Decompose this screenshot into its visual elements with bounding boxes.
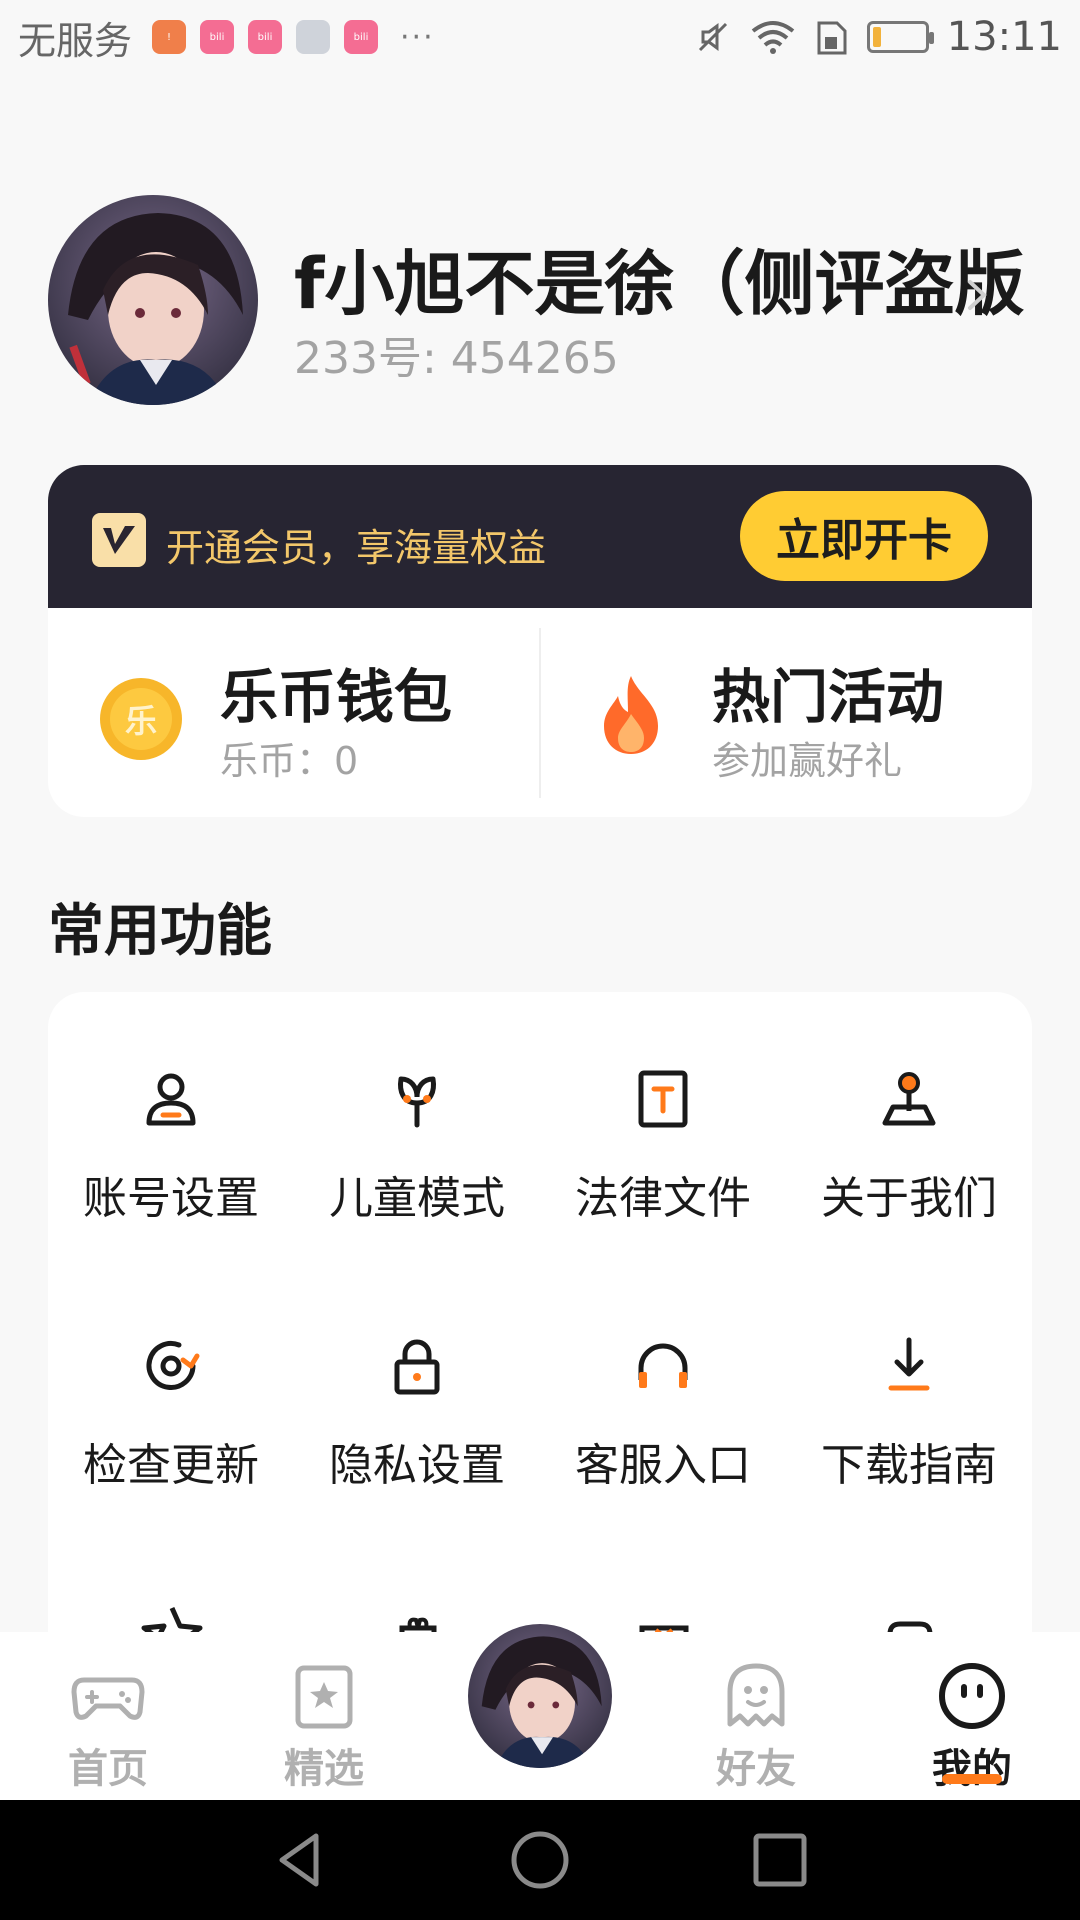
nav-featured[interactable]: 精选 [254, 1658, 394, 1792]
grid-label: 儿童模式 [329, 1173, 505, 1224]
bilibili-icon: bili [248, 20, 283, 54]
kids-mode-item[interactable]: 儿童模式 [294, 1067, 540, 1267]
joystick-icon [882, 1072, 936, 1126]
grid-label: 隐私设置 [329, 1440, 505, 1491]
profile-avatar[interactable] [48, 195, 258, 405]
carrier-text: 无服务 [18, 18, 133, 63]
more-notifications-icon: ··· [400, 19, 435, 55]
status-right: 13:11 [695, 14, 1062, 60]
profile-id: 233号: 454265 [294, 333, 619, 384]
wifi-icon [751, 21, 794, 54]
mute-icon [698, 22, 727, 52]
section-title: 常用功能 [48, 899, 272, 964]
clock: 13:11 [946, 14, 1062, 60]
activity-entry[interactable]: 热门活动 参加赢好礼 [540, 608, 1032, 817]
gamepad-icon [71, 1677, 145, 1720]
ghost-icon [727, 1663, 785, 1727]
lock-icon [394, 1339, 440, 1395]
account-settings-item[interactable]: 账号设置 [48, 1067, 294, 1267]
wallet-title: 乐币钱包 [220, 663, 453, 731]
sprout-icon [398, 1076, 436, 1128]
coin-glyph: 乐 [110, 688, 172, 750]
home-circle-icon[interactable] [508, 1828, 572, 1892]
nav-label: 我的 [932, 1746, 1012, 1792]
open-vip-button[interactable]: 立即开卡 [740, 491, 988, 581]
nav-label: 首页 [68, 1746, 148, 1792]
nav-label: 好友 [716, 1746, 796, 1792]
wallet-balance: 乐币：0 [220, 739, 359, 783]
nav-label: 精选 [284, 1746, 364, 1792]
nav-mine[interactable]: 我的 [902, 1658, 1042, 1792]
vip-wallet-card: 开通会员，享海量权益 立即开卡 乐 乐币钱包 乐币：0 热门活动 参加赢好礼 [48, 465, 1032, 817]
customer-service-item[interactable]: 客服入口 [540, 1334, 786, 1534]
anime-avatar-image [468, 1624, 612, 1768]
sim-icon [817, 21, 847, 55]
status-bar: 无服务 ! bili bili bili ··· 13:11 [0, 0, 1080, 74]
document-icon [638, 1070, 688, 1128]
download-guide-item[interactable]: 下载指南 [786, 1334, 1032, 1534]
legal-docs-item[interactable]: 法律文件 [540, 1067, 786, 1267]
vip-promo-text: 开通会员，享海量权益 [166, 526, 547, 570]
activity-title: 热门活动 [712, 663, 945, 731]
face-icon [939, 1663, 1005, 1729]
system-nav-bar [0, 1800, 1080, 1920]
about-us-item[interactable]: 关于我们 [786, 1067, 1032, 1267]
download-icon [888, 1337, 930, 1391]
anime-avatar-image [48, 195, 258, 405]
star-card-icon [295, 1665, 353, 1729]
nav-friends[interactable]: 好友 [686, 1658, 826, 1792]
grid-label: 检查更新 [83, 1440, 259, 1491]
recents-icon[interactable] [748, 1828, 812, 1892]
page: 无服务 ! bili bili bili ··· 13:11 f小旭不是徐（侧评… [0, 0, 1080, 1920]
battery-icon [866, 21, 934, 53]
grid-label: 客服入口 [575, 1440, 751, 1491]
refresh-icon [146, 1341, 200, 1390]
fire-icon [604, 676, 658, 754]
anime-app-icon [296, 20, 331, 54]
back-icon[interactable] [268, 1828, 332, 1892]
grid-label: 法律文件 [575, 1173, 751, 1224]
profile-name[interactable]: f小旭不是徐（侧评盗版 [294, 228, 1054, 329]
grid-label: 下载指南 [821, 1440, 997, 1491]
bilibili-icon: bili [344, 20, 379, 54]
check-update-item[interactable]: 检查更新 [48, 1334, 294, 1534]
vip-banner[interactable]: 开通会员，享海量权益 立即开卡 [48, 465, 1032, 608]
active-indicator [942, 1774, 1002, 1784]
grid-label: 关于我们 [821, 1173, 997, 1224]
wallet-entry[interactable]: 乐 乐币钱包 乐币：0 [48, 608, 540, 817]
privacy-settings-item[interactable]: 隐私设置 [294, 1334, 540, 1534]
orange-app-icon: ! [152, 20, 187, 54]
grid-label: 账号设置 [83, 1173, 259, 1224]
user-icon [146, 1073, 196, 1126]
activity-sub: 参加赢好礼 [712, 739, 903, 783]
headphones-icon [638, 1343, 688, 1388]
bilibili-icon: bili [200, 20, 235, 54]
chevron-right-icon[interactable] [958, 276, 996, 314]
coin-icon: 乐 [100, 678, 182, 760]
nav-home[interactable]: 首页 [38, 1658, 178, 1792]
nav-center-avatar[interactable] [468, 1624, 612, 1768]
status-left: 无服务 ! bili bili bili ··· [18, 10, 435, 65]
vip-logo-icon [92, 513, 146, 567]
